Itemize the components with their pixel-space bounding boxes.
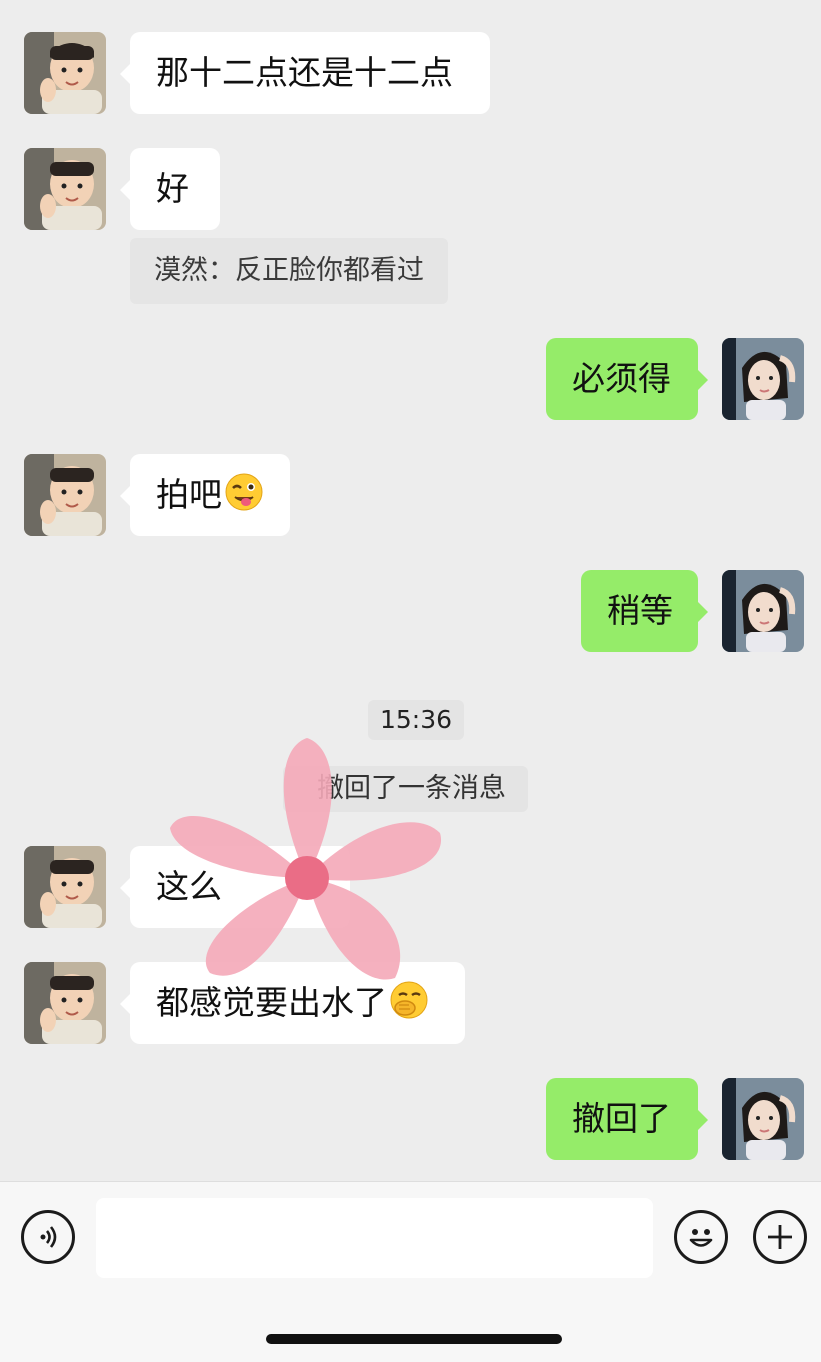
message-bubble-outgoing[interactable]: 必须得 xyxy=(546,338,708,420)
my-avatar[interactable] xyxy=(722,1078,804,1160)
message-bubble-incoming[interactable]: 都感觉要出水了 xyxy=(120,962,465,1044)
message-bubble-incoming[interactable]: 那十二点还是十二点 xyxy=(120,32,490,114)
message-text: 这么 xyxy=(156,867,222,906)
message-bubble-outgoing[interactable]: 撤回了 xyxy=(546,1078,708,1160)
my-avatar[interactable] xyxy=(722,570,804,652)
input-bar xyxy=(0,1181,821,1362)
quoted-message[interactable]: 漠然：反正脸你都看过 xyxy=(130,238,448,304)
message-text: 拍吧 xyxy=(156,475,222,514)
emoji-button[interactable] xyxy=(674,1210,728,1264)
contact-avatar[interactable] xyxy=(24,148,106,230)
more-button[interactable] xyxy=(753,1210,807,1264)
message-input[interactable] xyxy=(96,1198,653,1278)
message-bubble-outgoing[interactable]: 稍等 xyxy=(581,570,708,652)
message-bubble-incoming[interactable]: 拍吧 xyxy=(120,454,290,536)
face-with-hand-over-mouth-emoji xyxy=(389,980,429,1020)
system-notice-recalled: 撤回了一条消息 xyxy=(283,766,528,812)
contact-avatar[interactable] xyxy=(24,846,106,928)
contact-avatar[interactable] xyxy=(24,32,106,114)
plus-icon xyxy=(768,1225,792,1249)
timestamp: 15:36 xyxy=(368,700,465,740)
contact-avatar[interactable] xyxy=(24,454,106,536)
message-text: 好 xyxy=(156,169,189,208)
message-text: 稍等 xyxy=(607,591,673,630)
voice-button[interactable] xyxy=(21,1210,75,1264)
message-bubble-incoming[interactable]: 这么 xyxy=(120,846,350,928)
emoji-icon xyxy=(689,1229,713,1247)
message-text: 那十二点还是十二点 xyxy=(156,53,453,92)
quote-text: 漠然：反正脸你都看过 xyxy=(154,255,424,286)
message-text: 都感觉要出水了 xyxy=(156,983,387,1022)
voice-icon xyxy=(40,1226,57,1248)
my-avatar[interactable] xyxy=(722,338,804,420)
home-indicator xyxy=(266,1334,562,1344)
contact-avatar[interactable] xyxy=(24,962,106,1044)
message-bubble-incoming[interactable]: 好 xyxy=(120,148,220,230)
winking-tongue-emoji xyxy=(224,472,264,512)
message-text: 必须得 xyxy=(572,359,671,398)
message-text: 撤回了 xyxy=(572,1099,671,1138)
